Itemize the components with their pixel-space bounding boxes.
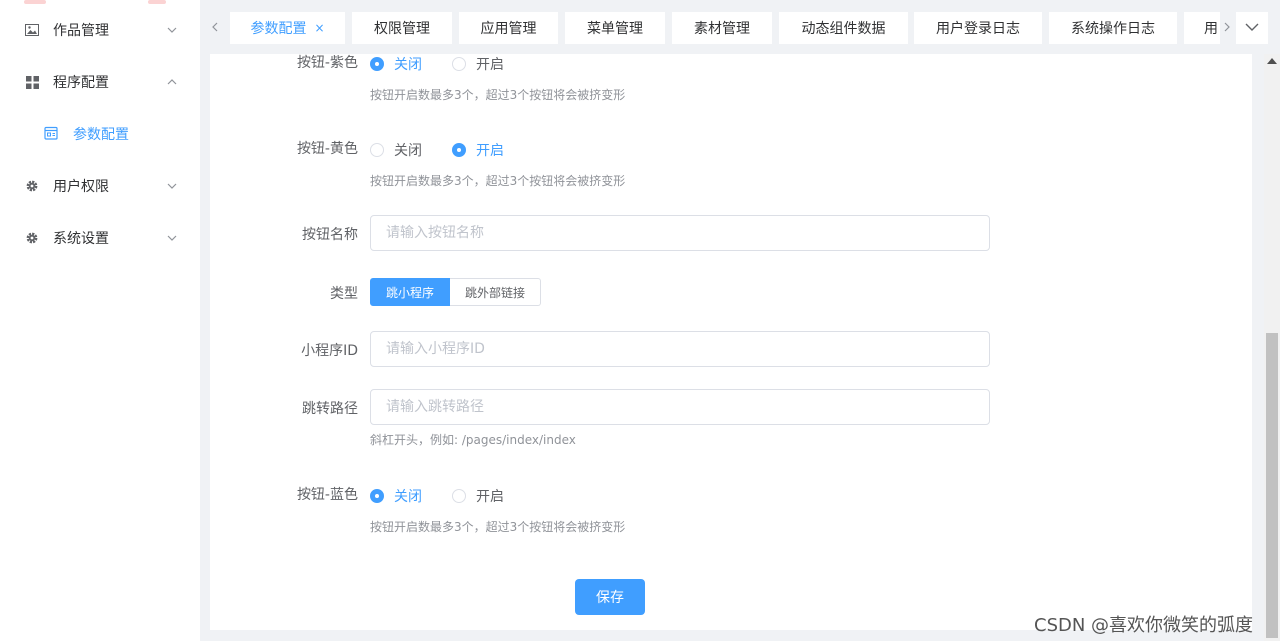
tab-label: 动态组件数据 [801,21,886,37]
sidebar-item-works[interactable]: 作品管理 [0,4,200,56]
yellow-hint: 按钮开启数最多3个，超过3个按钮将会被挤变形 [370,174,626,188]
radio-label: 开启 [476,489,504,505]
tabs-dropdown-button[interactable] [1236,12,1268,44]
sidebar-item-system-settings[interactable]: 系统设置 [0,212,200,264]
chevron-down-icon [166,180,178,192]
scrollbar-thumb[interactable] [1266,333,1278,638]
yellow-off-radio[interactable]: 关闭 [370,140,422,160]
grid-icon [24,74,40,90]
scroll-up-arrow-icon[interactable] [1267,58,1277,64]
sidebar-item-label: 系统设置 [53,231,109,247]
radio-circle [370,57,384,71]
blue-off-radio[interactable]: 关闭 [370,486,422,506]
tab-label: 系统操作日志 [1071,21,1155,37]
yellow-on-radio[interactable]: 开启 [452,140,504,160]
miniprogram-id-input[interactable] [370,331,990,367]
tabs-bar: 参数配置 × 权限管理 应用管理 菜单管理 素材管理 动态组件数据 用户登录日志… [200,0,1280,54]
type-label: 类型 [330,286,358,302]
blue-label: 按钮-蓝色 [296,487,358,503]
yellow-label: 按钮-黄色 [296,141,358,157]
image-icon [24,22,40,38]
tab-label: 参数配置 [250,21,307,37]
purple-on-radio[interactable]: 开启 [452,54,504,74]
type-external-link-button[interactable]: 跳外部链接 [450,278,542,306]
blue-on-radio[interactable]: 开启 [452,486,504,506]
sidebar: 作品管理 程序配置 参数配置 用户权限 系统设置 [0,0,200,641]
sidebar-item-program-config[interactable]: 程序配置 [0,56,200,108]
path-label: 跳转路径 [302,401,358,417]
sidebar-item-label: 程序配置 [53,75,109,91]
purple-off-radio[interactable]: 关闭 [370,54,422,74]
radio-label: 开启 [476,57,504,73]
calendar-icon [44,126,60,142]
purple-label: 按钮-紫色 [296,55,358,71]
tab-label: 应用管理 [480,21,537,37]
chevron-up-icon [166,76,178,88]
tab-app[interactable]: 应用管理 [459,12,558,44]
radio-circle [370,489,384,503]
chevron-right-icon[interactable] [1220,17,1234,37]
tab-label: 用户登录日志 [936,21,1020,37]
radio-label: 关闭 [394,143,422,159]
appid-label: 小程序ID [301,343,358,359]
radio-label: 关闭 [394,57,422,73]
tab-permission[interactable]: 权限管理 [352,12,452,44]
radio-label: 开启 [476,143,504,159]
radio-circle [452,143,466,157]
tab-label: 用 [1204,21,1218,37]
tab-operation-log[interactable]: 系统操作日志 [1049,12,1177,44]
tab-truncated[interactable]: 用 [1184,12,1220,44]
gear-icon [24,230,40,246]
watermark: CSDN @喜欢你微笑的弧度 [1034,615,1254,636]
tab-label: 素材管理 [694,21,750,37]
path-hint: 斜杠开头，例如: /pages/index/index [370,433,576,447]
chevron-left-icon[interactable] [208,17,222,37]
type-segmented: 跳小程序 跳外部链接 [370,278,542,306]
sidebar-item-label: 用户权限 [53,179,109,195]
tab-menu[interactable]: 菜单管理 [565,12,665,44]
save-button[interactable]: 保存 [575,579,645,615]
radio-circle [452,489,466,503]
radio-circle [370,143,384,157]
sidebar-item-user-permission[interactable]: 用户权限 [0,160,200,212]
button-name-input[interactable] [370,215,990,251]
tab-dynamic-data[interactable]: 动态组件数据 [779,12,908,44]
close-icon[interactable]: × [314,21,324,35]
tab-label: 菜单管理 [587,21,643,37]
blue-hint: 按钮开启数最多3个，超过3个按钮将会被挤变形 [370,520,626,534]
jump-path-input[interactable] [370,389,990,425]
chevron-down-icon [166,232,178,244]
radio-circle [452,57,466,71]
sidebar-item-label: 作品管理 [53,23,109,39]
radio-label: 关闭 [394,489,422,505]
tab-label: 权限管理 [374,21,430,37]
chevron-down-icon [1244,20,1260,36]
tab-param-config[interactable]: 参数配置 × [230,12,345,44]
sidebar-subitem-label: 参数配置 [73,127,129,143]
type-miniprogram-button[interactable]: 跳小程序 [370,278,451,306]
tab-material[interactable]: 素材管理 [672,12,772,44]
form-panel: 按钮-紫色 关闭 开启 按钮开启数最多3个，超过3个按钮将会被挤变形 按钮-黄色… [210,54,1252,630]
sidebar-subitem-param-config[interactable]: 参数配置 [0,108,200,160]
tab-login-log[interactable]: 用户登录日志 [914,12,1042,44]
gear-icon [24,178,40,194]
purple-hint: 按钮开启数最多3个，超过3个按钮将会被挤变形 [370,88,626,102]
name-label: 按钮名称 [302,227,358,243]
chevron-down-icon [166,24,178,36]
